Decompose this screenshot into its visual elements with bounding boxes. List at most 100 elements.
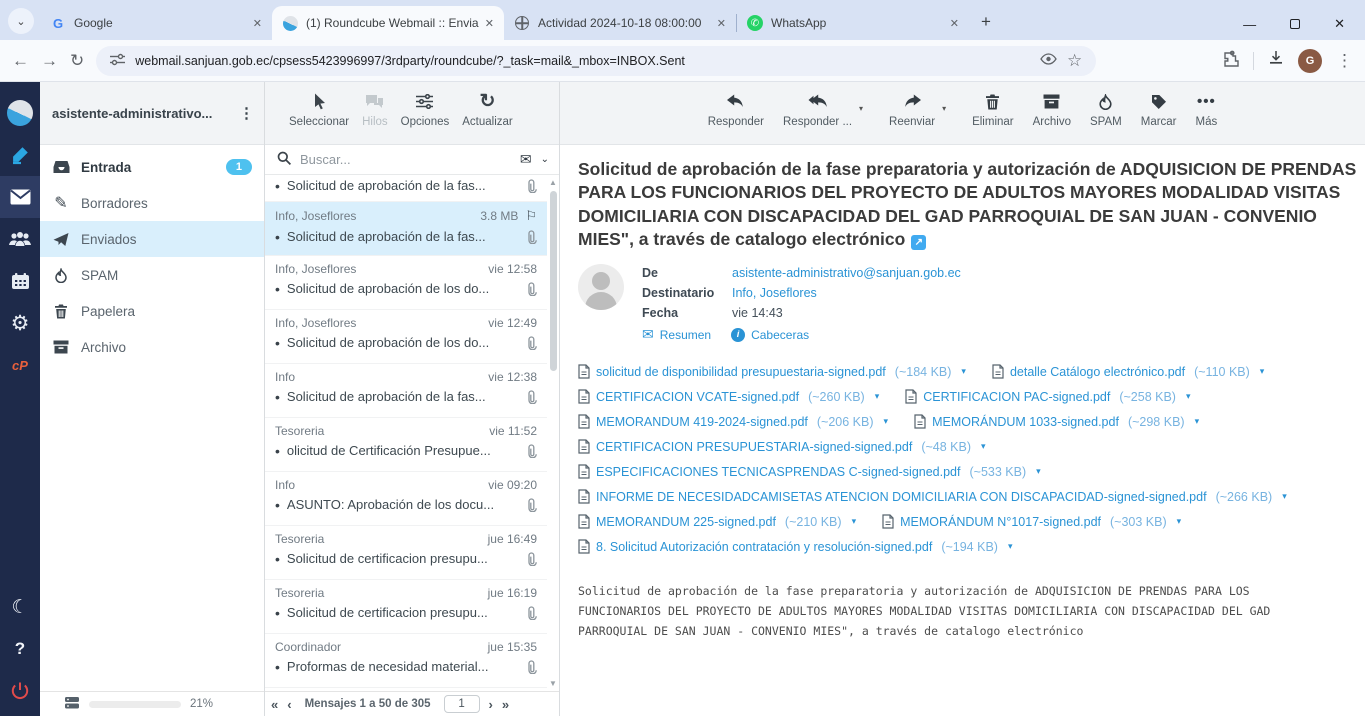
- site-settings-icon[interactable]: [110, 53, 125, 69]
- forward-caret-icon[interactable]: ▾: [942, 104, 946, 113]
- search-scope-envelope-icon[interactable]: ✉: [520, 151, 532, 168]
- attachment-menu-caret-icon[interactable]: ▾: [852, 516, 857, 527]
- attachment[interactable]: MEMORANDUM 419-2024-signed.pdf(~206 KB)▾: [578, 414, 888, 429]
- spam-button[interactable]: SPAM: [1088, 91, 1124, 128]
- reply-button[interactable]: Responder: [706, 91, 766, 128]
- download-icon[interactable]: [1268, 50, 1284, 71]
- attachment-menu-caret-icon[interactable]: ▾: [1036, 466, 1041, 477]
- summary-link[interactable]: ✉Resumen: [642, 326, 711, 343]
- tab-google[interactable]: G Google ✕: [40, 6, 272, 40]
- close-window-button[interactable]: ✕: [1334, 16, 1345, 32]
- attachment[interactable]: MEMORÁNDUM N°1017-signed.pdf(~303 KB)▾: [882, 514, 1181, 529]
- attachment[interactable]: CERTIFICACION VCATE-signed.pdf(~260 KB)▾: [578, 389, 879, 404]
- tab-search-button[interactable]: ⌄: [8, 8, 34, 34]
- back-icon[interactable]: ←: [12, 51, 29, 71]
- list-item[interactable]: • Solicitud de aprobación de la fas...: [265, 175, 547, 202]
- folder-spam[interactable]: SPAM: [40, 257, 264, 293]
- nav-calendar-button[interactable]: [0, 260, 40, 302]
- attachment[interactable]: MEMORANDUM 225-signed.pdf(~210 KB)▾: [578, 514, 856, 529]
- attachment[interactable]: ESPECIFICACIONES TECNICASPRENDAS C-signe…: [578, 464, 1041, 479]
- archive-button[interactable]: Archivo: [1031, 91, 1073, 128]
- flag-icon[interactable]: ⚐: [525, 208, 537, 224]
- attachment-menu-caret-icon[interactable]: ▾: [1282, 491, 1287, 502]
- reply-all-caret-icon[interactable]: ▾: [859, 104, 863, 113]
- attachment-menu-caret-icon[interactable]: ▾: [961, 366, 966, 377]
- list-item[interactable]: Infovie 12:38 •Solicitud de aprobación d…: [265, 364, 547, 418]
- help-button[interactable]: ?: [0, 628, 40, 670]
- compose-button[interactable]: [0, 134, 40, 176]
- next-page-icon[interactable]: ›: [489, 697, 493, 712]
- from-address-link[interactable]: asistente-administrativo@sanjuan.gob.ec: [732, 266, 961, 280]
- refresh-button[interactable]: ↻ Actualizar: [462, 91, 513, 128]
- headers-link[interactable]: iCabeceras: [731, 328, 809, 342]
- close-tab-icon[interactable]: ✕: [485, 17, 494, 30]
- cpanel-button[interactable]: cP: [0, 344, 40, 386]
- attachment-menu-caret-icon[interactable]: ▾: [981, 441, 986, 452]
- attachment[interactable]: solicitud de disponibilidad presupuestar…: [578, 364, 966, 379]
- eye-icon[interactable]: [1040, 53, 1057, 68]
- folder-borradores[interactable]: ✎ Borradores: [40, 185, 264, 221]
- attachment-menu-caret-icon[interactable]: ▾: [884, 416, 889, 427]
- minimize-button[interactable]: —: [1243, 17, 1256, 32]
- close-tab-icon[interactable]: ✕: [253, 17, 262, 30]
- tab-roundcube[interactable]: (1) Roundcube Webmail :: Envia ✕: [272, 6, 504, 40]
- list-scrollbar[interactable]: ▲ ▼: [547, 175, 559, 691]
- list-item[interactable]: Info, Josefloresvie 12:58 •Solicitud de …: [265, 256, 547, 310]
- attachment-menu-caret-icon[interactable]: ▾: [1195, 416, 1200, 427]
- attachment-menu-caret-icon[interactable]: ▾: [1260, 366, 1265, 377]
- options-button[interactable]: Opciones: [401, 91, 450, 128]
- scroll-down-icon[interactable]: ▼: [549, 679, 557, 688]
- search-bar[interactable]: Buscar... ✉ ⌄: [265, 145, 559, 175]
- to-recipients-link[interactable]: Info, Joseflores: [732, 286, 817, 300]
- folder-entrada[interactable]: Entrada 1: [40, 149, 264, 185]
- attachment-menu-caret-icon[interactable]: ▾: [1186, 391, 1191, 402]
- tab-whatsapp[interactable]: ✆ WhatsApp ✕: [737, 6, 969, 40]
- forward-icon[interactable]: →: [41, 51, 58, 71]
- list-item[interactable]: Infovie 09:20 •ASUNTO: Aprobación de los…: [265, 472, 547, 526]
- list-item[interactable]: Info, Josefloresvie 12:49 •Solicitud de …: [265, 310, 547, 364]
- nav-mail-button[interactable]: [0, 176, 40, 218]
- extensions-icon[interactable]: [1222, 50, 1239, 72]
- first-page-icon[interactable]: «: [271, 697, 278, 712]
- address-bar[interactable]: webmail.sanjuan.gob.ec/cpsess5423996997/…: [96, 46, 1096, 76]
- folder-options-icon[interactable]: ⋮: [239, 104, 254, 122]
- profile-avatar[interactable]: G: [1298, 49, 1322, 73]
- maximize-button[interactable]: [1290, 19, 1300, 29]
- mark-button[interactable]: Marcar: [1139, 91, 1179, 128]
- attachment[interactable]: MEMORÁNDUM 1033-signed.pdf(~298 KB)▾: [914, 414, 1199, 429]
- browser-menu-icon[interactable]: ⋮: [1336, 51, 1353, 71]
- attachment[interactable]: detalle Catálogo electrónico.pdf(~110 KB…: [992, 364, 1264, 379]
- delete-button[interactable]: Eliminar: [970, 91, 1016, 128]
- attachment-menu-caret-icon[interactable]: ▾: [1008, 541, 1013, 552]
- reply-all-button[interactable]: Responder ... ▾: [781, 91, 854, 128]
- attachment[interactable]: INFORME DE NECESIDADCAMISETAS ATENCION D…: [578, 489, 1287, 504]
- forward-button[interactable]: Reenviar ▾: [887, 91, 937, 128]
- reload-icon[interactable]: ↻: [70, 51, 84, 71]
- list-item[interactable]: Tesoreriajue 16:19 •Solicitud de certifi…: [265, 580, 547, 634]
- close-tab-icon[interactable]: ✕: [717, 17, 726, 30]
- logout-button[interactable]: [0, 670, 40, 712]
- list-item[interactable]: Tesoreriajue 16:49 •Solicitud de certifi…: [265, 526, 547, 580]
- folder-enviados[interactable]: Enviados: [40, 221, 264, 257]
- page-number-input[interactable]: 1: [444, 695, 480, 713]
- close-tab-icon[interactable]: ✕: [950, 17, 959, 30]
- attachment-menu-caret-icon[interactable]: ▾: [875, 391, 880, 402]
- list-item-selected[interactable]: Info, Joseflores 3.8 MB ⚐ • Solicitud de…: [265, 202, 547, 256]
- attachment[interactable]: 8. Solicitud Autorización contratación y…: [578, 539, 1012, 554]
- select-button[interactable]: Seleccionar: [289, 91, 349, 128]
- folder-archivo[interactable]: Archivo: [40, 329, 264, 365]
- open-in-new-window-icon[interactable]: ↗: [911, 235, 926, 250]
- prev-page-icon[interactable]: ‹: [287, 697, 291, 712]
- tab-actividad[interactable]: Actividad 2024-10-18 08:00:00 ✕: [504, 6, 736, 40]
- threads-button[interactable]: Hilos: [362, 91, 388, 128]
- bookmark-star-icon[interactable]: ☆: [1067, 51, 1082, 71]
- more-button[interactable]: ••• Más: [1194, 91, 1220, 128]
- dark-mode-button[interactable]: ☾: [0, 586, 40, 628]
- scroll-up-icon[interactable]: ▲: [549, 178, 557, 187]
- attachment[interactable]: CERTIFICACION PAC-signed.pdf(~258 KB)▾: [905, 389, 1190, 404]
- attachment-menu-caret-icon[interactable]: ▾: [1177, 516, 1182, 527]
- folder-papelera[interactable]: Papelera: [40, 293, 264, 329]
- last-page-icon[interactable]: »: [502, 697, 509, 712]
- new-tab-button[interactable]: +: [973, 9, 999, 35]
- scrollbar-thumb[interactable]: [550, 191, 557, 371]
